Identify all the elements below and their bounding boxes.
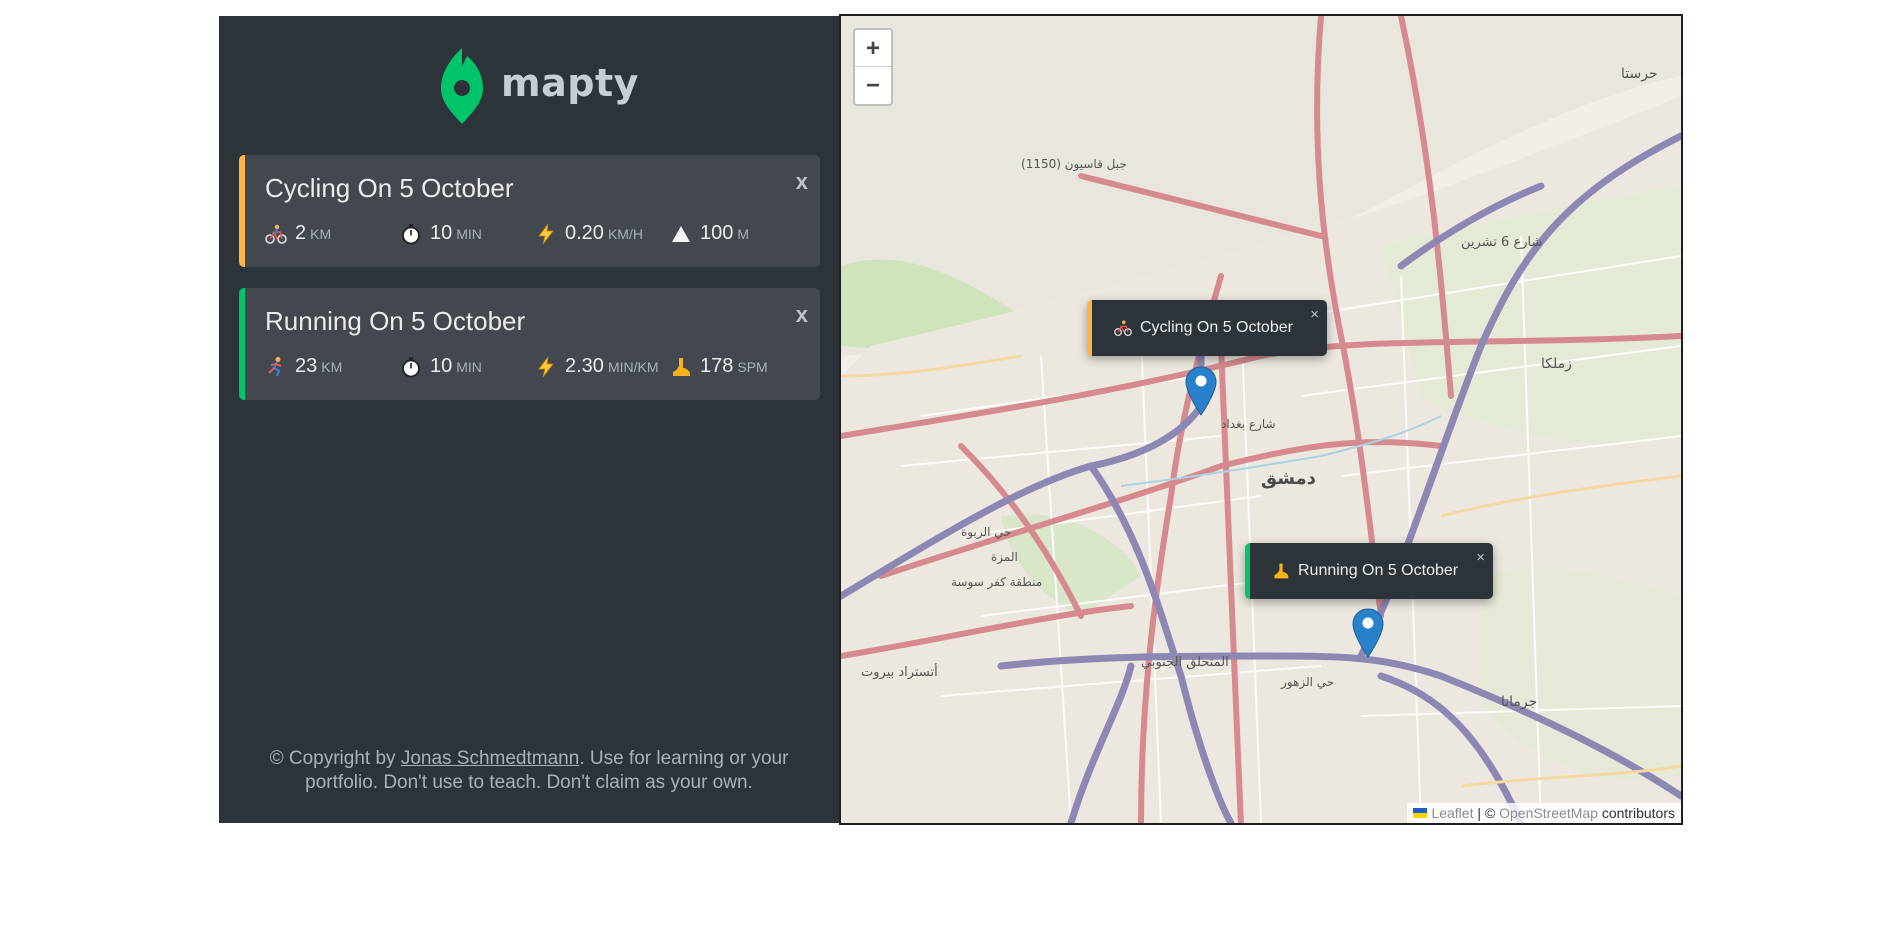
stat-value: 2	[295, 222, 307, 244]
label-harasta: حرستا	[1621, 66, 1658, 82]
sidebar: mapty Cycling On 5 October x 2 km	[219, 16, 839, 823]
stat-duration: 10 min	[400, 222, 482, 245]
label-mezzeh: المزة	[991, 550, 1018, 565]
stat-unit: km	[310, 226, 332, 242]
stat-unit: m	[737, 226, 750, 242]
workout-stats: 23 km 10 min 2.30	[265, 355, 825, 381]
stat-unit: km	[321, 359, 343, 375]
map-marker-icon[interactable]	[1352, 608, 1384, 658]
stat-value: 178	[700, 355, 734, 377]
stat-unit: km/h	[607, 226, 643, 242]
stat-unit: min	[456, 359, 482, 375]
stat-value: 23	[295, 355, 318, 377]
workout-stats: 2 km 10 min 0.20 k	[265, 222, 825, 248]
popup-close-button[interactable]: ×	[1476, 549, 1485, 566]
workout-card-running[interactable]: Running On 5 October x 23 km	[239, 288, 820, 400]
stat-value: 10	[430, 355, 453, 377]
stat-cadence: 178 spm	[670, 355, 768, 378]
label-zahira: حي الزهور	[1280, 675, 1334, 690]
ukraine-flag-icon	[1413, 808, 1428, 818]
stat-duration: 10 min	[400, 355, 482, 378]
stat-elevation: 100 m	[670, 222, 749, 245]
map[interactable]: دمشق حرستا زملكا جرمانا أتستراد بيروت ال…	[839, 14, 1683, 825]
stopwatch-icon	[402, 356, 420, 377]
stat-speed: 0.20 km/h	[535, 222, 643, 245]
label-damascus: دمشق	[1261, 468, 1316, 489]
map-tiles[interactable]: دمشق حرستا زملكا جرمانا أتستراد بيروت ال…	[841, 16, 1681, 823]
mountain-icon	[672, 225, 690, 242]
lightning-icon	[538, 356, 554, 377]
delete-workout-button[interactable]: x	[796, 302, 808, 328]
osm-link[interactable]: OpenStreetMap	[1499, 805, 1598, 821]
bicycle-icon	[1114, 320, 1132, 337]
app-root: mapty Cycling On 5 October x 2 km	[0, 0, 1883, 930]
zoom-out-button[interactable]: −	[855, 67, 891, 104]
zoom-control: + −	[853, 28, 893, 106]
logo: mapty	[437, 46, 639, 126]
label-rabweh: حي الربوة	[961, 525, 1012, 540]
stopwatch-icon	[402, 223, 420, 244]
author-link[interactable]: Jonas Schmedtmann	[401, 748, 580, 769]
attribution-contributors: contributors	[1597, 805, 1675, 821]
stat-distance: 23 km	[265, 355, 342, 378]
label-kafr-sousa: منطقة كفر سوسة	[951, 575, 1042, 590]
stat-pace: 2.30 min/km	[535, 355, 659, 378]
label-october6: شارع 6 تشرين	[1461, 235, 1542, 250]
stat-value: 10	[430, 222, 453, 244]
stat-unit: min/km	[607, 359, 659, 375]
stat-value: 2.30	[565, 355, 604, 377]
zoom-in-button[interactable]: +	[855, 30, 891, 67]
label-southern-zone: المتحلق الجنوبي	[1141, 655, 1229, 670]
stat-value: 100	[700, 222, 734, 244]
label-zamalka: زملكا	[1541, 356, 1572, 372]
map-attribution: Leaflet | © OpenStreetMap contributors	[1407, 803, 1681, 823]
app-name: mapty	[501, 61, 639, 105]
stat-value: 0.20	[565, 222, 604, 244]
label-beirut-road: أتستراد بيروت	[861, 663, 938, 680]
label-baghdad: شارع بغداد	[1221, 417, 1276, 432]
stat-unit: min	[456, 226, 482, 242]
bicycle-icon	[265, 224, 287, 244]
copyright-notice: © Copyright by Jonas Schmedtmann. Use fo…	[259, 747, 799, 795]
footprint-icon	[673, 357, 690, 376]
runner-icon	[268, 356, 282, 376]
label-qasioun: جبل قاسيون (1150)	[1021, 157, 1127, 172]
workout-title: Running On 5 October	[265, 306, 526, 336]
map-marker-icon[interactable]	[1185, 366, 1217, 416]
workout-title: Cycling On 5 October	[265, 173, 514, 203]
footprint-icon	[1274, 563, 1289, 579]
attribution-separator: | ©	[1473, 805, 1500, 821]
stat-distance: 2 km	[265, 222, 331, 245]
stat-unit: spm	[737, 359, 768, 375]
popup-text: Running On 5 October	[1298, 562, 1459, 579]
copyright-text-start: © Copyright by	[269, 748, 401, 769]
delete-workout-button[interactable]: x	[796, 169, 808, 195]
label-jaramana: جرمانا	[1501, 694, 1537, 710]
leaflet-link[interactable]: Leaflet	[1431, 805, 1473, 821]
map-pin-logo-icon	[441, 48, 483, 124]
popup-close-button[interactable]: ×	[1310, 306, 1319, 323]
popup-running[interactable]: Running On 5 October ×	[1245, 543, 1493, 615]
popup-cycling[interactable]: Cycling On 5 October ×	[1087, 300, 1327, 372]
lightning-icon	[538, 223, 554, 244]
workout-card-cycling[interactable]: Cycling On 5 October x 2 km	[239, 155, 820, 267]
popup-text: Cycling On 5 October	[1140, 319, 1293, 336]
